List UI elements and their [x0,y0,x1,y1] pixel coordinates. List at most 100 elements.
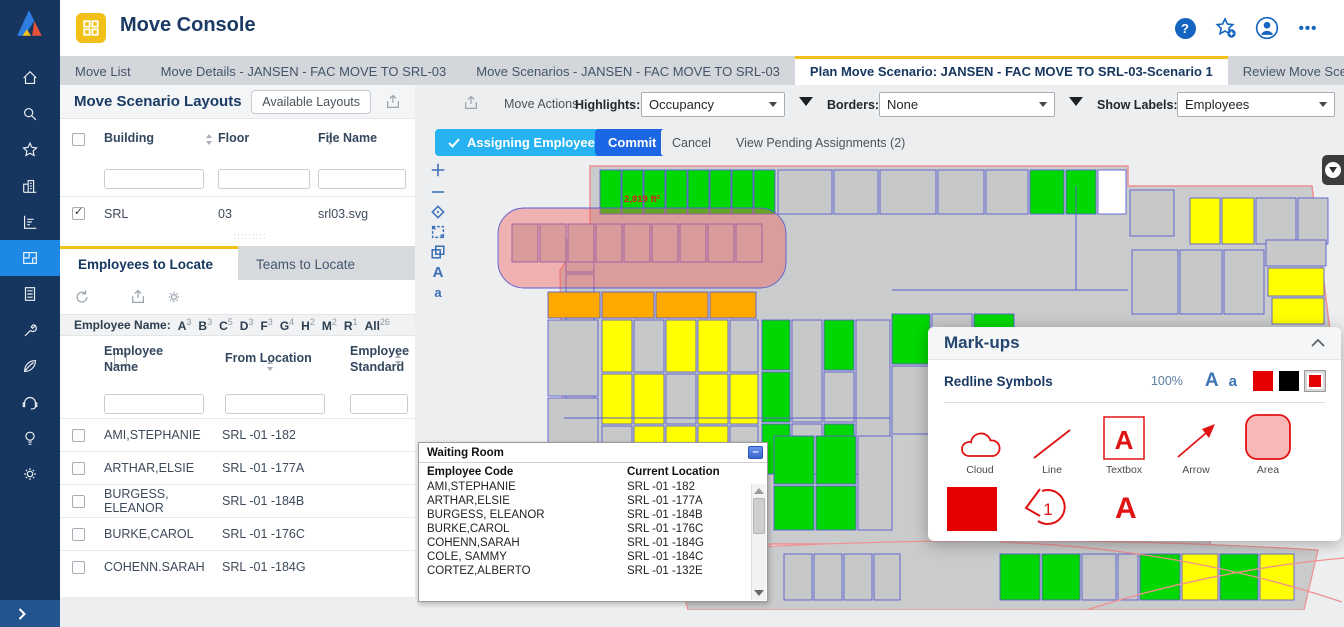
tab-move-scenarios[interactable]: Move Scenarios - JANSEN - FAC MOVE TO SR… [461,56,795,85]
markups-header[interactable]: Mark-ups [928,327,1341,360]
letter-filter-b[interactable]: B3 [198,317,212,333]
show-labels-select[interactable]: Employees [1177,92,1335,117]
symbol-area[interactable]: Area [1232,413,1304,476]
waiting-room-row[interactable]: CORTEZ,ALBERTOSRL -01 -132E [419,564,767,578]
sidebar-item-search[interactable] [0,96,60,132]
color-swatch-black[interactable] [1279,371,1299,391]
chevron-up-icon[interactable] [1311,339,1325,347]
waiting-room-header[interactable]: Waiting Room – [419,443,767,463]
app-logo[interactable] [14,7,46,39]
font-large-button[interactable]: A [1205,370,1219,392]
account-button[interactable] [1255,16,1279,40]
employee-standard-filter-input[interactable] [350,394,408,414]
help-button[interactable]: ? [1173,16,1197,40]
letter-filter-m[interactable]: M2 [322,317,337,333]
waiting-room-row[interactable]: AMI,STEPHANIESRL -01 -182 [419,480,767,494]
letter-filter-all[interactable]: All26 [365,317,390,333]
floor-filter-input[interactable] [218,169,310,189]
redline-area-markup[interactable]: 2,819 ft² [498,194,786,288]
more-menu-button[interactable]: ••• [1296,16,1320,40]
panel-resize-handle[interactable]: ·················· [220,233,280,241]
employee-row[interactable]: ARTHAR,ELSIE SRL -01 -177A [60,451,415,484]
employee-row[interactable]: BURKE,CAROL SRL -01 -176C [60,517,415,550]
layout-row[interactable]: SRL 03 srl03.svg [60,196,415,230]
zoom-level-value[interactable]: 100% [1151,374,1183,388]
symbol-rotate-stamp[interactable]: 1 [1021,484,1073,534]
tab-review-move-scenario[interactable]: Review Move Scenario [1228,56,1344,85]
sidebar-item-ideas[interactable] [0,420,60,456]
building-filter-input[interactable] [104,169,204,189]
letter-filter-a[interactable]: A3 [178,317,192,333]
tab-move-list[interactable]: Move List [60,56,146,85]
tab-move-details[interactable]: Move Details - JANSEN - FAC MOVE TO SRL-… [146,56,462,85]
sidebar-item-assets[interactable] [0,276,60,312]
scroll-up-icon[interactable] [754,488,764,494]
sidebar-item-home[interactable] [0,60,60,96]
employee-row[interactable]: BURGESS, ELEANOR SRL -01 -184B [60,484,415,517]
color-swatch-red[interactable] [1253,371,1273,391]
waiting-room-row[interactable]: COHENN,SARAHSRL -01 -184G [419,536,767,550]
waiting-room-row[interactable]: BURGESS, ELEANORSRL -01 -184B [419,508,767,522]
col-employee-standard[interactable]: Employee Standard [350,343,415,375]
letter-filter-h[interactable]: H2 [301,317,315,333]
col-building[interactable]: Building [104,131,154,145]
highlights-filter-icon[interactable] [799,97,813,106]
symbol-text[interactable]: A [1115,492,1137,526]
color-swatch-selected[interactable] [1305,371,1325,391]
letter-filter-d[interactable]: D3 [240,317,254,333]
minimize-icon[interactable]: – [748,446,763,459]
sidebar-item-tools[interactable] [0,312,60,348]
sidebar-item-settings[interactable] [0,456,60,492]
font-small-button[interactable]: a [1229,373,1237,390]
row-checkbox[interactable] [72,561,85,574]
export-icon[interactable] [385,94,401,110]
sidebar-item-support[interactable] [0,384,60,420]
scrollbar[interactable] [751,484,766,600]
tab-plan-move-scenario[interactable]: Plan Move Scenario: JANSEN - FAC MOVE TO… [795,56,1228,85]
letter-filter-g[interactable]: G4 [280,317,294,333]
borders-filter-icon[interactable] [1069,97,1083,106]
export-plan-icon[interactable] [463,95,479,111]
favorite-add-button[interactable] [1214,16,1238,40]
scrollbar-thumb[interactable] [753,498,765,534]
scroll-down-icon[interactable] [754,590,764,596]
waiting-room-popup[interactable]: Waiting Room – Employee Code Current Loc… [418,442,768,602]
refresh-icon[interactable] [74,289,90,305]
markups-panel[interactable]: Mark-ups Redline Symbols 100% A a Cloud … [928,327,1341,541]
row-checkbox[interactable] [72,528,85,541]
from-location-filter-input[interactable] [225,394,325,414]
expand-sidebar-button[interactable] [0,600,60,627]
highlights-select[interactable]: Occupancy [641,92,785,117]
col-file-name[interactable]: File Name [318,131,377,145]
row-checkbox[interactable] [72,462,85,475]
tab-teams-to-locate[interactable]: Teams to Locate [238,246,373,280]
waiting-room-row[interactable]: ARTHAR,ELSIESRL -01 -177A [419,494,767,508]
letter-filter-r[interactable]: R1 [344,317,358,333]
sidebar-item-reports[interactable] [0,204,60,240]
symbol-textbox[interactable]: A Textbox [1088,415,1160,476]
export-employees-icon[interactable] [130,289,146,305]
layout-row-checkbox[interactable] [72,207,85,220]
employee-row[interactable]: AMI,STEPHANIE SRL -01 -182 [60,418,415,451]
col-from-location[interactable]: From Location [225,351,312,365]
row-checkbox[interactable] [72,429,85,442]
employee-row[interactable]: COHENN.SARAH SRL -01 -184G [60,550,415,583]
symbol-arrow[interactable]: Arrow [1160,421,1232,476]
collapse-panel-button[interactable] [1322,155,1344,185]
symbol-line[interactable]: Line [1016,425,1088,476]
sidebar-item-favorites[interactable] [0,132,60,168]
sidebar-item-floor-plans[interactable] [0,240,60,276]
col-floor[interactable]: Floor [218,131,249,145]
symbol-filled-rectangle[interactable] [947,487,997,531]
sidebar-item-buildings[interactable] [0,168,60,204]
letter-filter-c[interactable]: C5 [219,317,233,333]
file-name-filter-input[interactable] [318,169,406,189]
employee-name-filter-input[interactable] [104,394,204,414]
waiting-room-row[interactable]: BURKE,CAROLSRL -01 -176C [419,522,767,536]
sort-building-icon[interactable] [205,134,213,145]
available-layouts-button[interactable]: Available Layouts [251,90,371,114]
col-employee-name[interactable]: Employee Name [104,343,194,375]
borders-select[interactable]: None [879,92,1055,117]
sidebar-item-sustainability[interactable] [0,348,60,384]
symbol-cloud[interactable]: Cloud [944,425,1016,476]
